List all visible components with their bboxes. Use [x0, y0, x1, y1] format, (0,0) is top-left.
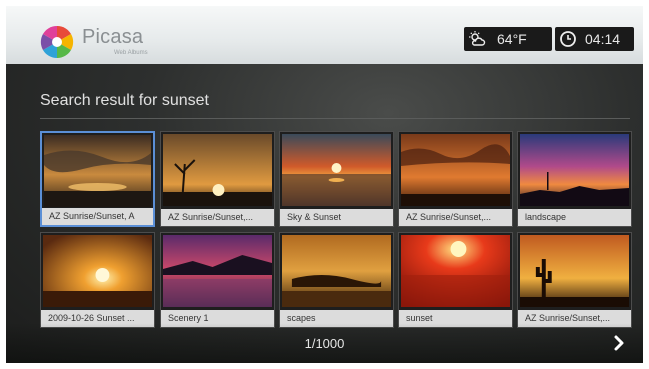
photo-thumbnail — [520, 134, 629, 206]
page-indicator: 1/1000 — [304, 336, 345, 351]
photo-tile[interactable]: AZ Sunrise/Sunset,... — [160, 131, 275, 227]
photo-thumbnail — [163, 235, 272, 307]
photo-caption: AZ Sunrise/Sunset,... — [399, 209, 512, 226]
tv-screen: Picasa Web Albums 64°F 04:14 Search resu… — [6, 6, 643, 363]
photo-thumbnail — [520, 235, 629, 307]
weather-badge: 64°F — [464, 27, 552, 51]
photo-tile[interactable]: sunset — [398, 232, 513, 328]
divider — [40, 118, 630, 119]
photo-thumbnail — [282, 235, 391, 307]
chevron-right-icon[interactable] — [610, 334, 628, 352]
photo-tile[interactable]: scapes — [279, 232, 394, 328]
photo-thumbnail — [401, 134, 510, 206]
photo-caption: landscape — [518, 209, 631, 226]
photo-caption: Sky & Sunset — [280, 209, 393, 226]
photo-tile[interactable]: Sky & Sunset — [279, 131, 394, 227]
clock-time: 04:14 — [585, 31, 621, 47]
photo-tile[interactable]: landscape — [517, 131, 632, 227]
temperature: 64°F — [497, 31, 527, 47]
cloud-sun-icon — [469, 31, 486, 46]
search-results-heading: Search result for sunset — [40, 92, 209, 109]
clock-badge: 04:14 — [555, 27, 634, 51]
photo-thumbnail — [43, 235, 152, 307]
top-bar: Picasa Web Albums 64°F 04:14 — [6, 6, 643, 64]
picasa-logo-icon — [40, 25, 74, 59]
photo-caption: AZ Sunrise/Sunset,... — [161, 209, 274, 226]
photo-caption: AZ Sunrise/Sunset, A — [42, 208, 153, 225]
photo-thumbnail — [401, 235, 510, 307]
photo-tile[interactable]: Scenery 1 — [160, 232, 275, 328]
photo-tile[interactable]: 2009-10-26 Sunset ... — [40, 232, 155, 328]
app-name: Picasa — [82, 26, 144, 48]
photo-tile[interactable]: AZ Sunrise/Sunset,... — [517, 232, 632, 328]
photo-thumbnail — [282, 134, 391, 206]
photo-thumbnail — [44, 135, 151, 207]
photo-tile[interactable]: AZ Sunrise/Sunset,... — [398, 131, 513, 227]
photo-thumbnail — [163, 134, 272, 206]
app-subtitle: Web Albums — [114, 50, 148, 56]
photo-tile[interactable]: AZ Sunrise/Sunset, A — [40, 131, 155, 227]
clock-icon — [560, 31, 576, 47]
